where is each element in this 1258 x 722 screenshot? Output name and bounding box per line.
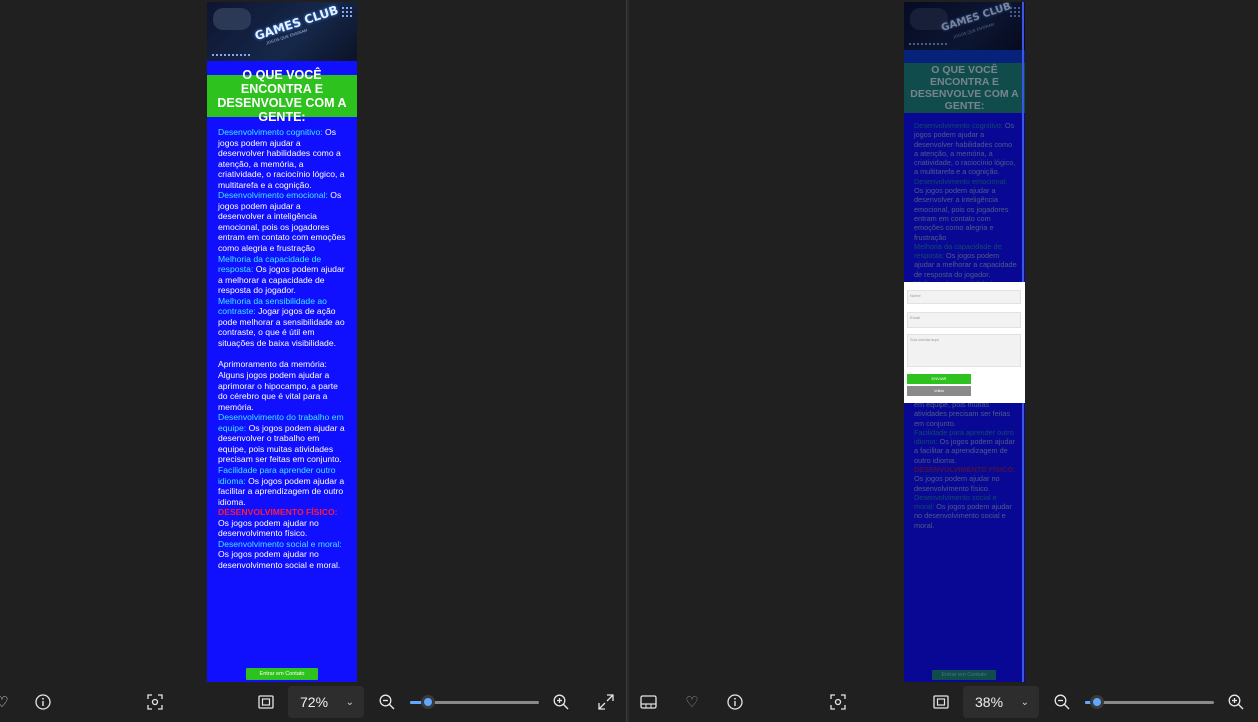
benefit-text: Os jogos podem ajudar no desenvolvimento… [218, 549, 341, 570]
zoom-value: 72% [300, 694, 329, 710]
zoom-slider[interactable] [410, 695, 539, 709]
name-field[interactable]: Nome [907, 290, 1021, 304]
logo-text: GAMES CLUB [252, 2, 341, 44]
benefit-text: Aprimoramento da memória: Alguns jogos p… [218, 359, 338, 412]
benefit-item: Aprimoramento da memória: Alguns jogos p… [218, 359, 347, 412]
fit-icon[interactable] [931, 692, 951, 712]
gamepad-image [213, 8, 251, 30]
left-toolbar: ♡ 72% ⌄ [0, 682, 626, 722]
benefit-title: Desenvolvimento social e moral: [218, 538, 342, 549]
email-field[interactable]: Email [907, 312, 1021, 328]
dot-pattern-bottom [211, 53, 251, 57]
benefit-title: Desenvolvimento emocional: [218, 190, 328, 201]
zoom-slider-thumb[interactable] [1090, 695, 1104, 709]
page-preview[interactable]: GAMES CLUB JOGOS QUE ENSINAM O QUE VOCÊ … [207, 2, 357, 682]
zoom-slider-thumb[interactable] [421, 695, 435, 709]
benefit-text: Os jogos podem ajudar no desenvolvimento… [218, 517, 319, 539]
benefit-item: Desenvolvimento do trabalho em equipe: O… [218, 412, 347, 465]
benefit-item: Desenvolvimento cognitivo: Os jogos pode… [218, 127, 347, 190]
send-button[interactable]: ENVIAR [907, 374, 971, 384]
benefit-title: Desenvolvimento cognitivo: [218, 127, 323, 137]
dot-pattern [341, 6, 353, 18]
contact-button[interactable]: Entrar em Contato [246, 668, 318, 680]
zoom-out-icon[interactable] [1052, 692, 1072, 712]
info-icon[interactable] [33, 692, 53, 712]
benefit-item: DESENVOLVIMENTO FÍSICO: Os jogos podem a… [218, 507, 347, 539]
zoom-slider[interactable] [1085, 695, 1214, 709]
expand-icon[interactable] [596, 692, 616, 712]
benefit-title: DESENVOLVIMENTO FÍSICO: [218, 507, 338, 518]
right-toolbar: ♡ 38% ⌄ [629, 682, 1258, 722]
heart-icon[interactable]: ♡ [682, 692, 702, 712]
benefit-item: Desenvolvimento emocional: Os jogos pode… [218, 190, 347, 253]
crop-icon[interactable] [828, 692, 848, 712]
message-field[interactable]: Sua dúvida aqui [907, 334, 1021, 367]
benefit-item: Desenvolvimento social e moral: Os jogos… [218, 539, 347, 571]
benefit-item: Facilidade para aprender outro idioma: O… [218, 465, 347, 507]
info-icon[interactable] [725, 692, 745, 712]
section-heading: O QUE VOCÊ ENCONTRA E DESENVOLVE COM A G… [207, 68, 357, 124]
contact-modal: Nome Email Sua dúvida aqui ENVIAR Voltar [904, 282, 1025, 403]
left-viewer-pane: GAMES CLUB JOGOS QUE ENSINAM O QUE VOCÊ … [0, 0, 626, 682]
zoom-dropdown[interactable]: 72% ⌄ [288, 686, 364, 718]
filmstrip-icon[interactable] [638, 692, 658, 712]
benefit-item: Melhoria da sensibilidade ao contraste: … [218, 296, 347, 349]
crop-icon[interactable] [145, 692, 165, 712]
chevron-down-icon: ⌄ [345, 696, 354, 708]
fit-icon[interactable] [256, 692, 276, 712]
back-button[interactable]: Voltar [907, 386, 971, 396]
chevron-down-icon: ⌄ [1020, 696, 1029, 708]
zoom-in-icon[interactable] [551, 692, 571, 712]
zoom-dropdown[interactable]: 38% ⌄ [963, 686, 1039, 718]
games-club-banner: GAMES CLUB JOGOS QUE ENSINAM [207, 2, 357, 61]
benefits-list: Desenvolvimento cognitivo: Os jogos pode… [207, 117, 357, 570]
zoom-out-icon[interactable] [377, 692, 397, 712]
benefit-item: Melhoria da capacidade de resposta: Os j… [218, 254, 347, 296]
zoom-value: 38% [975, 694, 1004, 710]
zoom-in-icon[interactable] [1226, 692, 1246, 712]
heart-icon[interactable]: ♡ [0, 692, 12, 712]
right-viewer-pane: GAMES CLUB JOGOS QUE ENSINAM O QUE VOCÊ … [629, 0, 1258, 682]
